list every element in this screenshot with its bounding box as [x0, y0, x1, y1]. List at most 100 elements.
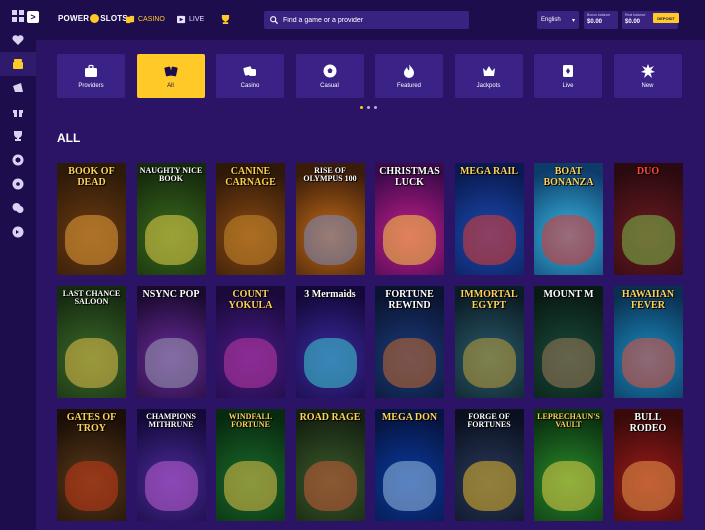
- logout-icon[interactable]: [0, 220, 36, 244]
- game-title: CHAMPIONS MITHRUNE: [146, 412, 196, 430]
- carousel-dot[interactable]: [374, 106, 377, 109]
- game-title: MEGA DON: [381, 412, 438, 423]
- game-tile[interactable]: ROAD RAGE: [295, 409, 365, 521]
- game-title: NSYNC POP: [142, 289, 200, 300]
- search-input[interactable]: [283, 16, 463, 24]
- game-art-figure: [542, 461, 595, 511]
- language-label: English: [541, 17, 561, 23]
- nav-live-label: LIVE: [189, 16, 205, 23]
- bonus-balance-value: $0.00: [587, 19, 603, 25]
- heart-icon[interactable]: [0, 28, 36, 52]
- game-title: BULL RODEO: [629, 412, 667, 434]
- category-all[interactable]: All: [136, 54, 205, 98]
- game-tile[interactable]: GATES OF TROY: [57, 409, 126, 521]
- game-tile[interactable]: MEGA RAIL: [454, 163, 524, 275]
- game-tile[interactable]: FORTUNE REWIND: [375, 286, 444, 398]
- game-tile[interactable]: DUO: [613, 163, 683, 275]
- top-header: POWER SLOTS CASINO LIVE English ▾ Bonus …: [36, 0, 705, 40]
- category-label: Casual: [320, 82, 339, 89]
- game-art-figure: [224, 215, 277, 265]
- game-title: HAWAIIAN FEVER: [621, 289, 675, 311]
- category-label: Casino: [240, 82, 260, 89]
- game-tile[interactable]: MOUNT M: [534, 286, 603, 398]
- game-tile[interactable]: BOOK OF DEAD: [57, 163, 126, 275]
- game-title: FORGE OF FORTUNES: [467, 412, 511, 430]
- game-tile[interactable]: NAUGHTY NICE BOOK: [136, 163, 206, 275]
- trophy-icon: [221, 15, 230, 24]
- crown-icon: [482, 65, 495, 76]
- logo-text-left: POWER: [58, 14, 90, 23]
- language-select[interactable]: English ▾: [537, 11, 579, 29]
- briefcase-icon: [85, 64, 97, 77]
- game-art-figure: [144, 338, 198, 388]
- game-tile[interactable]: CHAMPIONS MITHRUNE: [136, 409, 206, 521]
- game-tile[interactable]: NSYNC POP: [136, 286, 206, 398]
- category-label: New: [641, 82, 654, 89]
- game-art-figure: [542, 215, 595, 265]
- deposit-button[interactable]: DEPOSIT: [653, 13, 679, 23]
- promotions-icon[interactable]: [0, 76, 36, 100]
- category-new[interactable]: New: [613, 54, 682, 98]
- game-art-figure: [383, 338, 436, 388]
- category-label: All: [167, 82, 174, 89]
- category-casual[interactable]: Casual: [295, 54, 364, 98]
- game-tile[interactable]: 3 Mermaids: [295, 286, 365, 398]
- category-label: Providers: [78, 82, 104, 89]
- game-title: DUO: [636, 166, 660, 177]
- game-art-figure: [462, 215, 516, 265]
- nav-casino[interactable]: CASINO: [126, 15, 165, 24]
- game-title: GATES OF TROY: [66, 412, 117, 434]
- category-label: Featured: [396, 82, 421, 89]
- game-tile[interactable]: BULL RODEO: [613, 409, 683, 521]
- game-title: COUNT YOKULA: [228, 289, 273, 311]
- logo-dot-icon: [90, 14, 100, 23]
- carousel-dot[interactable]: [367, 106, 370, 109]
- category-casino[interactable]: Casino: [216, 54, 284, 98]
- game-art-figure: [303, 461, 357, 511]
- nav-trophy[interactable]: [221, 15, 230, 24]
- game-art-figure: [303, 215, 357, 265]
- category-jackpots[interactable]: Jackpots: [454, 54, 523, 98]
- game-tile[interactable]: FORGE OF FORTUNES: [454, 409, 524, 521]
- game-title: MOUNT M: [543, 289, 594, 300]
- chat-icon[interactable]: [0, 196, 36, 220]
- gift-icon[interactable]: [0, 100, 36, 124]
- game-tile[interactable]: HAWAIIAN FEVER: [613, 286, 683, 398]
- game-tile[interactable]: IMMORTAL EGYPT: [454, 286, 524, 398]
- game-art-figure: [621, 461, 675, 511]
- section-title: ALL: [57, 131, 81, 145]
- game-tile[interactable]: CANINE CARNAGE: [216, 163, 285, 275]
- game-tile[interactable]: LEPRECHAUN'S VAULT: [534, 409, 603, 521]
- game-title: LAST CHANCE SALOON: [62, 289, 121, 307]
- category-label: Live: [562, 82, 574, 89]
- game-title: 3 Mermaids: [304, 289, 356, 300]
- category-featured[interactable]: Featured: [375, 54, 443, 98]
- search-bar[interactable]: [264, 11, 469, 29]
- category-providers[interactable]: Providers: [57, 54, 125, 98]
- category-live[interactable]: Live: [534, 54, 602, 98]
- game-art-figure: [144, 215, 198, 265]
- casino-chest-icon[interactable]: [0, 52, 36, 76]
- game-tile[interactable]: LAST CHANCE SALOON: [57, 286, 126, 398]
- nav-live[interactable]: LIVE: [177, 15, 204, 24]
- game-art-figure: [65, 215, 118, 265]
- game-tile[interactable]: COUNT YOKULA: [216, 286, 285, 398]
- chip-icon[interactable]: [0, 172, 36, 196]
- game-title: WINDFALL FORTUNE: [228, 412, 273, 430]
- collapse-sidebar-button[interactable]: >: [27, 11, 39, 23]
- game-tile[interactable]: WINDFALL FORTUNE: [216, 409, 285, 521]
- game-tile[interactable]: RISE OF OLYMPUS 100: [295, 163, 365, 275]
- game-title: CANINE CARNAGE: [225, 166, 276, 188]
- game-title: BOOK OF DEAD: [68, 166, 115, 188]
- carousel-dot[interactable]: [360, 106, 363, 109]
- game-tile[interactable]: MEGA DON: [375, 409, 444, 521]
- game-title: CHRISTMAS LUCK: [379, 166, 440, 188]
- wheel-icon[interactable]: [0, 148, 36, 172]
- bonus-balance: Bonus balance $0.00: [584, 11, 618, 29]
- game-tile[interactable]: BOAT BONANZA: [534, 163, 603, 275]
- trophy-icon[interactable]: [0, 124, 36, 148]
- logo[interactable]: POWER SLOTS: [58, 14, 128, 23]
- game-tile[interactable]: CHRISTMAS LUCK: [375, 163, 444, 275]
- game-art-figure: [383, 215, 436, 265]
- game-art-figure: [144, 461, 198, 511]
